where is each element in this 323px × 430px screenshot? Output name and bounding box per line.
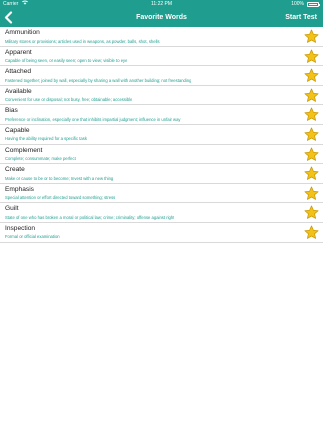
navigation-bar: Favorite Words Start Test: [0, 8, 323, 27]
status-time: 11:22 PM: [150, 1, 173, 7]
word-title: Attached: [5, 68, 32, 76]
star-icon[interactable]: [304, 127, 319, 142]
word-definition: Convenient for use or disposal; not busy…: [5, 97, 133, 103]
battery-percentage: 100%: [291, 1, 304, 7]
star-icon[interactable]: [304, 186, 319, 201]
word-definition: Special attention or effort directed tow…: [5, 195, 116, 201]
list-item[interactable]: Ammunition Military stores or provisions;…: [0, 27, 323, 47]
star-icon[interactable]: [304, 68, 319, 83]
word-definition: Preference or inclination, especially on…: [5, 116, 181, 122]
list-item[interactable]: Create Make or cause to be or to become; …: [0, 164, 323, 184]
word-definition: Complete; consummate; make perfect: [5, 156, 76, 162]
battery-icon: [307, 2, 320, 7]
word-title: Emphasis: [5, 185, 34, 193]
list-item[interactable]: Guilt State of one who has broken a moral…: [0, 203, 323, 223]
star-icon[interactable]: [304, 166, 319, 181]
word-title: Available: [5, 87, 32, 95]
word-definition: Make or cause to be or to become; Invest…: [5, 175, 114, 181]
star-icon[interactable]: [304, 107, 319, 122]
list-item[interactable]: Apparent Capable of being seen, or easily…: [0, 47, 323, 67]
list-item[interactable]: Bias Preference or inclination, especiall…: [0, 105, 323, 125]
word-title: Inspection: [5, 224, 36, 232]
star-icon[interactable]: [304, 29, 319, 44]
list-item[interactable]: Available Convenient for use or disposal;…: [0, 86, 323, 106]
word-title: Ammunition: [5, 29, 40, 36]
favorite-words-list: Ammunition Military stores or provisions;…: [0, 27, 323, 243]
word-definition: Having the ability required for a specif…: [5, 136, 87, 142]
word-title: Capable: [5, 126, 30, 134]
word-definition: State of one who has broken a moral or p…: [5, 214, 175, 220]
word-definition: Fastened together; joined by wall, espec…: [5, 77, 192, 83]
list-item[interactable]: Attached Fastened together; joined by wal…: [0, 66, 323, 86]
word-title: Guilt: [5, 205, 19, 213]
word-title: Apparent: [5, 48, 32, 56]
star-icon[interactable]: [304, 205, 319, 220]
word-title: Create: [5, 166, 25, 174]
list-item[interactable]: Capable Having the ability required for a…: [0, 125, 323, 145]
start-test-button[interactable]: Start Test: [285, 8, 317, 27]
status-bar: Carrier 11:22 PM 100%: [0, 0, 323, 8]
word-definition: Military stores or provisions; articles …: [5, 38, 160, 44]
page-title: Favorite Words: [136, 14, 187, 21]
word-definition: Formal or official examination: [5, 234, 60, 240]
star-icon[interactable]: [304, 225, 319, 240]
word-title: Bias: [5, 107, 18, 115]
list-item[interactable]: Complement Complete; consummate; make per…: [0, 145, 323, 165]
star-icon[interactable]: [304, 147, 319, 162]
list-item[interactable]: Emphasis Special attention or effort dire…: [0, 184, 323, 204]
star-icon[interactable]: [304, 49, 319, 64]
word-definition: Capable of being seen, or easily seen; o…: [5, 58, 128, 64]
word-title: Complement: [5, 146, 43, 154]
star-icon[interactable]: [304, 88, 319, 103]
list-item[interactable]: Inspection Formal or official examination: [0, 223, 323, 243]
